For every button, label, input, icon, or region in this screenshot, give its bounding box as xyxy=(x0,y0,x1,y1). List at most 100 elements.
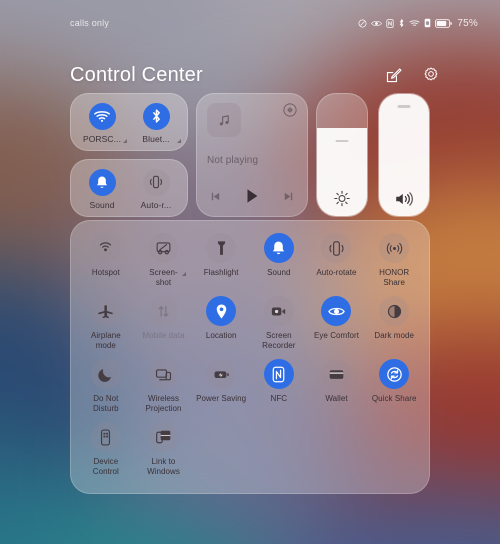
eye-icon xyxy=(321,296,352,326)
quick-settings-grid: Hotspot Screen-shot Flashlight Sound Aut… xyxy=(70,220,430,494)
play-icon[interactable] xyxy=(243,187,261,205)
status-bar: calls only 75% xyxy=(0,0,500,46)
auto-rotate-icon xyxy=(321,233,352,263)
media-status-text: Not playing xyxy=(207,155,259,166)
control-center-screen: calls only 75% Control Center PORSC... B… xyxy=(0,0,500,544)
brightness-grip xyxy=(335,139,349,143)
next-track-icon[interactable] xyxy=(282,190,295,203)
auto-rotate-toggle[interactable]: Auto-r... xyxy=(130,168,182,210)
tile-do-not-disturb[interactable]: Do Not Disturb xyxy=(77,359,135,416)
tile-screen-recorder[interactable]: Screen Recorder xyxy=(250,296,308,353)
quick-share-icon xyxy=(379,359,410,389)
nfc-icon xyxy=(386,18,394,28)
tile-honor-share[interactable]: HONOR Share xyxy=(365,233,423,290)
carrier-label: calls only xyxy=(70,18,110,28)
battery-percent: 75% xyxy=(457,17,478,29)
tile-wireless-projection[interactable]: Wireless Projection xyxy=(135,359,193,416)
volume-slider[interactable] xyxy=(378,93,430,217)
previous-track-icon[interactable] xyxy=(209,190,222,203)
moon-icon xyxy=(90,359,121,389)
chevron-expand-icon[interactable] xyxy=(177,138,181,143)
tile-label: Device Control xyxy=(92,457,119,476)
music-note-icon xyxy=(219,114,229,125)
sound-label: Sound xyxy=(89,199,115,210)
dnd-icon xyxy=(358,19,367,27)
cast-icon[interactable] xyxy=(283,103,297,117)
control-center-header: Control Center xyxy=(70,58,440,92)
status-icons: 75% xyxy=(358,18,478,29)
location-pin-icon xyxy=(206,296,237,326)
auto-rotate-icon xyxy=(142,168,170,196)
auto-rotate-label: Auto-r... xyxy=(140,199,172,210)
tile-screen--shot[interactable]: Screen-shot xyxy=(135,233,193,290)
tile-label: Mobile data xyxy=(142,331,185,340)
top-controls-row: PORSC... Bluet... Sound Auto-r... Not pl… xyxy=(70,93,430,217)
screenshot-icon xyxy=(148,233,179,263)
quick-toggles-column: PORSC... Bluet... Sound Auto-r... xyxy=(70,93,188,217)
tile-label: Screen-shot xyxy=(149,268,178,287)
tile-label: Sound xyxy=(267,268,291,277)
bluetooth-label: Bluet... xyxy=(142,133,170,144)
wifi-icon xyxy=(88,102,116,130)
edit-pencil-icon[interactable] xyxy=(385,67,402,84)
tile-sound[interactable]: Sound xyxy=(250,233,308,290)
media-player-card[interactable]: Not playing xyxy=(196,93,308,217)
tile-eye-comfort[interactable]: Eye Comfort xyxy=(308,296,366,353)
tile-dark-mode[interactable]: Dark mode xyxy=(365,296,423,353)
tile-label: Power Saving xyxy=(196,394,247,403)
tile-label: Wireless Projection xyxy=(145,394,182,413)
tile-label: Auto-rotate xyxy=(316,268,357,277)
wifi-icon xyxy=(409,19,420,26)
hotspot-icon xyxy=(90,233,121,263)
sim-icon xyxy=(425,18,431,28)
tile-label: Flashlight xyxy=(203,268,239,277)
header-actions xyxy=(385,66,440,84)
tile-label: Link to Windows xyxy=(147,457,180,476)
tile-label: Screen Recorder xyxy=(262,331,296,350)
page-title: Control Center xyxy=(70,63,203,86)
tile-quick-share[interactable]: Quick Share xyxy=(365,359,423,416)
tile-label: Wallet xyxy=(325,394,348,403)
eye-comfort-icon xyxy=(371,20,383,26)
brightness-slider[interactable] xyxy=(316,93,368,217)
tile-label: Eye Comfort xyxy=(313,331,359,340)
tile-label: Hotspot xyxy=(91,268,120,277)
volume-icon xyxy=(395,191,414,207)
gear-icon[interactable] xyxy=(422,66,440,84)
screen-recorder-icon xyxy=(263,296,294,326)
nfc-icon xyxy=(263,359,294,389)
power-saving-icon xyxy=(206,359,237,389)
tile-power-saving[interactable]: Power Saving xyxy=(192,359,250,416)
tile-location[interactable]: Location xyxy=(192,296,250,353)
bluetooth-icon xyxy=(400,19,404,27)
tile-label: NFC xyxy=(270,394,288,403)
tile-mobile-data[interactable]: Mobile data xyxy=(135,296,193,353)
tile-label: Dark mode xyxy=(374,331,414,340)
tile-hotspot[interactable]: Hotspot xyxy=(77,233,135,290)
bluetooth-toggle[interactable]: Bluet... xyxy=(130,102,182,144)
wallet-icon xyxy=(321,359,352,389)
volume-grip xyxy=(397,105,411,108)
tile-wallet[interactable]: Wallet xyxy=(308,359,366,416)
bluetooth-icon xyxy=(142,102,170,130)
sound-toggle[interactable]: Sound xyxy=(76,168,128,210)
tile-airplane-mode[interactable]: Airplane mode xyxy=(77,296,135,353)
album-art xyxy=(207,103,241,137)
chevron-expand-icon[interactable] xyxy=(182,272,187,276)
dark-mode-icon xyxy=(379,296,410,326)
tile-link-to-windows[interactable]: Link to Windows xyxy=(135,422,193,479)
tile-label: Location xyxy=(205,331,237,340)
tile-auto-rotate[interactable]: Auto-rotate xyxy=(308,233,366,290)
tile-label: Quick Share xyxy=(371,394,417,403)
honor-share-icon xyxy=(379,233,410,263)
chevron-expand-icon[interactable] xyxy=(123,138,127,143)
battery-icon xyxy=(435,18,453,28)
mobile-data-icon xyxy=(148,296,179,326)
tile-nfc[interactable]: NFC xyxy=(250,359,308,416)
tile-flashlight[interactable]: Flashlight xyxy=(192,233,250,290)
tile-device-control[interactable]: Device Control xyxy=(77,422,135,479)
wifi-toggle[interactable]: PORSC... xyxy=(76,102,128,144)
sound-rotate-card: Sound Auto-r... xyxy=(70,159,188,217)
tile-label: HONOR Share xyxy=(379,268,410,287)
wireless-projection-icon xyxy=(148,359,179,389)
